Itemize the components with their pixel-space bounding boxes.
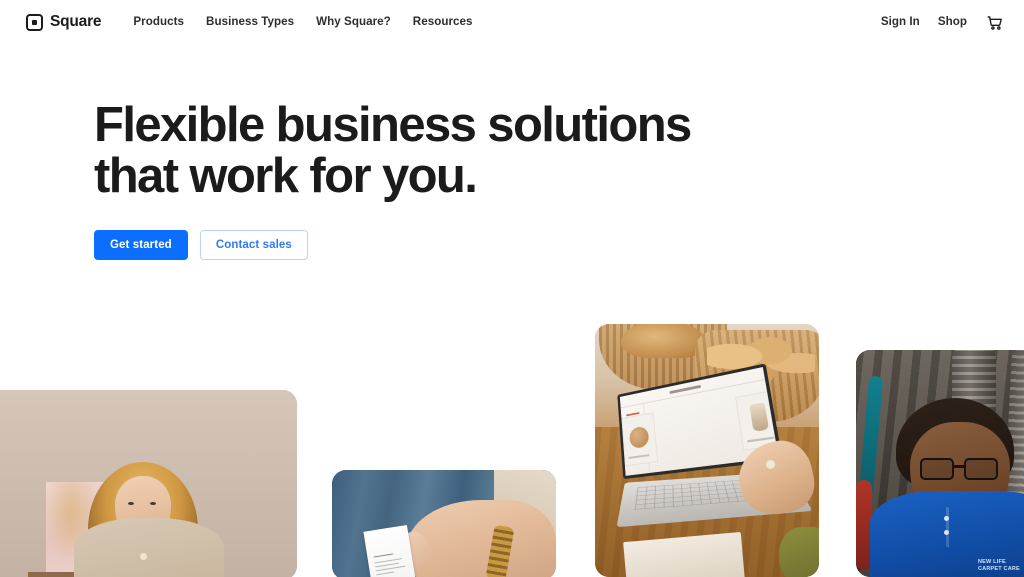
hero-section: Flexible business solutions that work fo… (94, 100, 794, 260)
primary-navigation: Products Business Types Why Square? Reso… (133, 16, 472, 28)
shirt-placket (946, 507, 949, 547)
store-product-tile (621, 412, 659, 467)
nav-item-resources[interactable]: Resources (413, 16, 473, 28)
woman-necklace (140, 553, 147, 560)
shirt-button (944, 516, 949, 521)
hero-image-gallery: New Life Carpet Care (0, 310, 1024, 577)
sign-in-link[interactable]: Sign In (881, 16, 920, 28)
eyeglasses-icon (920, 458, 1006, 480)
bread-loaves (621, 324, 705, 358)
shirt-button (944, 530, 949, 535)
woman-blouse (74, 518, 224, 577)
nav-item-why-square[interactable]: Why Square? (316, 16, 391, 28)
page-title: Flexible business solutions that work fo… (94, 98, 692, 203)
brand-logo[interactable]: Square (26, 13, 102, 31)
gallery-image-technician[interactable]: New Life Carpet Care (856, 350, 1024, 577)
secondary-navigation: Sign In Shop (881, 13, 1004, 32)
square-logo-icon (26, 13, 43, 31)
nav-item-business-types[interactable]: Business Types (206, 16, 294, 28)
site-header: Square Products Business Types Why Squar… (0, 0, 1024, 44)
gallery-image-woman-studio[interactable] (0, 390, 297, 577)
contact-sales-button[interactable]: Contact sales (199, 229, 308, 260)
shopping-cart-icon[interactable] (985, 13, 1004, 32)
shop-link[interactable]: Shop (938, 16, 967, 28)
hero-cta-group: Get started Contact sales (94, 229, 794, 260)
nav-item-products[interactable]: Products (133, 16, 184, 28)
brand-name: Square (50, 13, 102, 31)
shirt-logo-text: New Life Carpet Care (978, 559, 1020, 573)
green-plant (779, 527, 819, 577)
gallery-image-laptop-bakery[interactable] (595, 324, 819, 577)
finger-ring (766, 460, 775, 469)
gallery-image-hand-receipt[interactable] (332, 470, 556, 577)
get-started-button[interactable]: Get started (94, 229, 188, 260)
